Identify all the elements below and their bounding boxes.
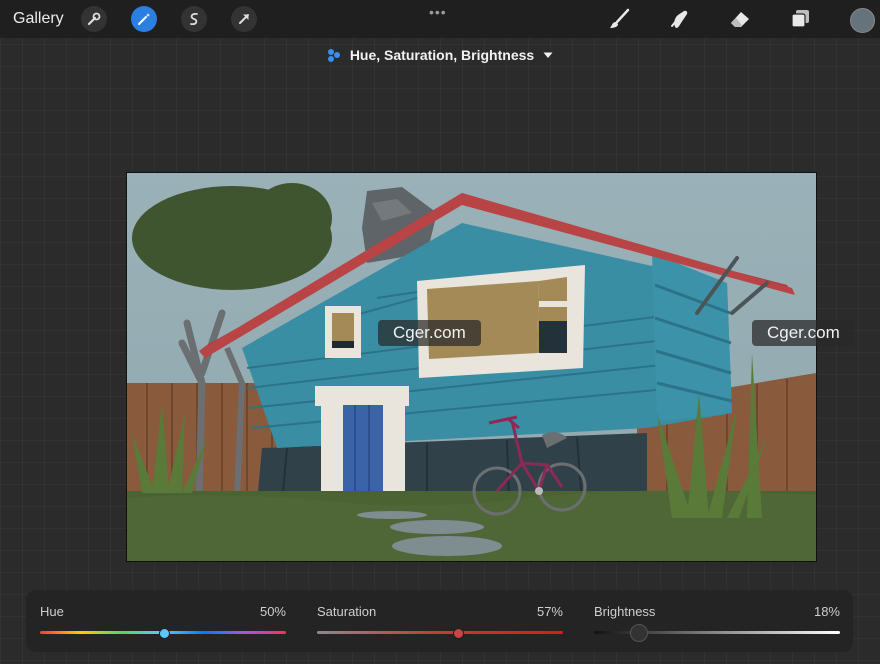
artwork-canvas[interactable] <box>126 172 817 562</box>
hue-slider[interactable]: Hue 50% <box>40 604 286 644</box>
adjustments-button[interactable] <box>131 6 157 32</box>
brightness-knob[interactable] <box>630 624 649 642</box>
brightness-label: Brightness <box>594 604 656 619</box>
saturation-label: Saturation <box>317 604 377 619</box>
more-options-icon[interactable]: ••• <box>429 4 447 20</box>
eraser-icon[interactable] <box>727 7 753 31</box>
triangle-down-icon[interactable] <box>542 49 554 61</box>
saturation-knob[interactable] <box>453 628 465 639</box>
adjustment-title-bar[interactable]: Hue, Saturation, Brightness <box>0 45 880 65</box>
transform-button[interactable] <box>231 6 257 32</box>
layers-icon[interactable] <box>788 7 814 31</box>
selection-s-icon <box>190 12 198 26</box>
hsb-slider-panel: Hue 50% Saturation 57% Brightness 18% <box>26 590 853 652</box>
wrench-icon <box>87 12 101 26</box>
hsb-dots-icon <box>327 49 340 62</box>
magic-wand-icon <box>138 13 151 25</box>
watermark-text: Cger.com <box>378 320 481 346</box>
saturation-slider[interactable]: Saturation 57% <box>317 604 563 644</box>
saturation-value: 57% <box>536 604 563 619</box>
brush-icon[interactable] <box>607 7 633 31</box>
arrow-cursor-icon <box>239 14 249 24</box>
current-color-button[interactable] <box>850 8 875 33</box>
top-toolbar: Gallery ••• <box>0 0 880 38</box>
hue-value: 50% <box>259 604 286 619</box>
hue-knob[interactable] <box>159 628 170 639</box>
smudge-icon[interactable] <box>667 7 693 31</box>
hue-label: Hue <box>40 604 64 619</box>
house-artwork-image <box>127 173 816 561</box>
saturation-track[interactable] <box>317 631 563 634</box>
watermark-text: Cger.com <box>752 320 855 346</box>
brightness-value: 18% <box>813 604 840 619</box>
brightness-slider[interactable]: Brightness 18% <box>594 604 840 644</box>
gallery-button[interactable]: Gallery <box>13 10 64 28</box>
adjustment-title: Hue, Saturation, Brightness <box>349 47 535 63</box>
selection-button[interactable] <box>181 6 207 32</box>
actions-button[interactable] <box>81 6 107 32</box>
